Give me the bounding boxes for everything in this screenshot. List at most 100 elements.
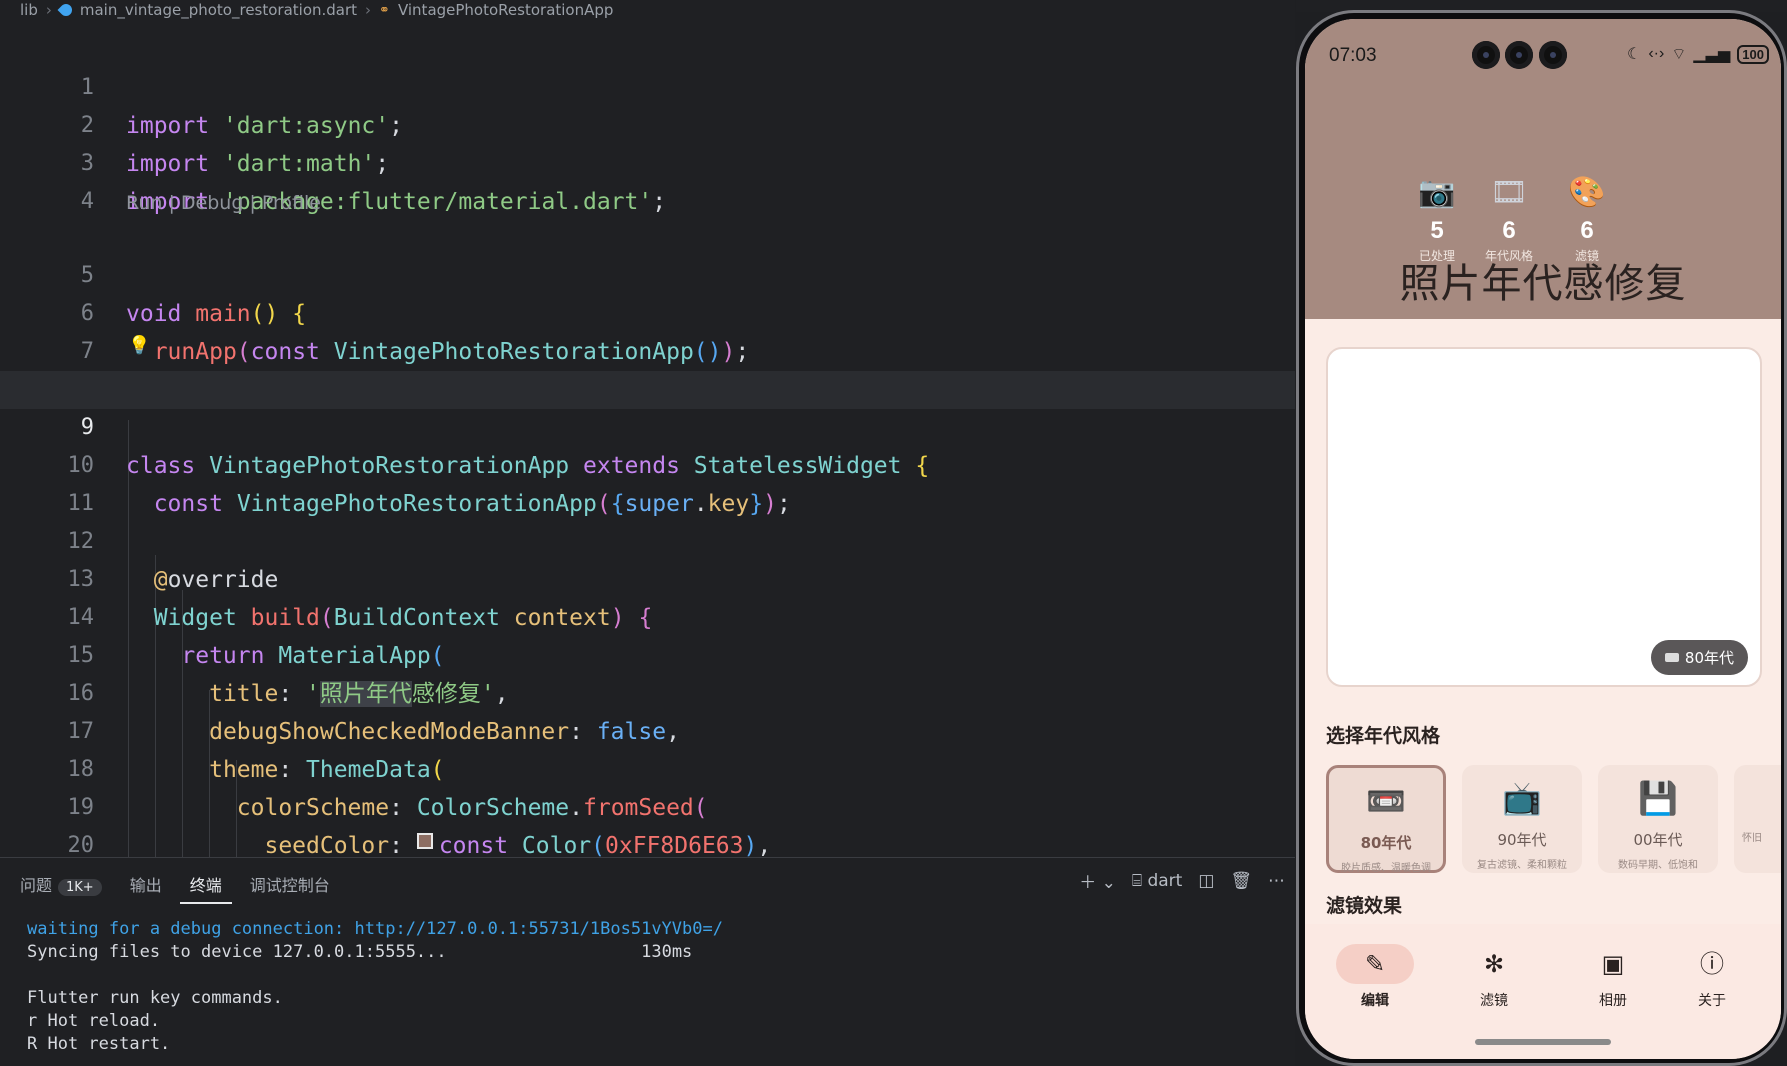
split-terminal-icon[interactable]: ◫: [1198, 871, 1214, 891]
code-line[interactable]: 4: [0, 145, 1295, 214]
code-editor[interactable]: lib › main_vintage_photo_restoration.dar…: [0, 0, 1295, 857]
era-desc: 怀旧: [1742, 833, 1762, 844]
era-name: 00年代: [1633, 831, 1683, 849]
code-line[interactable]: 1 import 'dart:async';: [0, 31, 1295, 139]
terminal-output[interactable]: waiting for a debug connection: http://1…: [27, 918, 723, 1056]
filter-section-title: 滤镜效果: [1326, 895, 1403, 917]
code-line[interactable]: 6 runApp(const VintagePhotoRestorationAp…: [0, 257, 1295, 365]
breadcrumb-symbol[interactable]: VintagePhotoRestorationApp: [398, 1, 613, 19]
panel-tabs: 问题 1K+ 输出 终端 调试控制台: [20, 872, 330, 904]
tab-output[interactable]: 输出: [130, 872, 162, 896]
code-line[interactable]: 16 debugShowCheckedModeBanner: false,: [0, 637, 1295, 745]
era-desc: 复古滤镜、柔和颗粒: [1477, 860, 1567, 871]
terminal-line: Syncing files to device 127.0.0.1:5555..…: [27, 942, 447, 962]
codelens-run-debug-profile[interactable]: Run | Debug | Profile: [126, 192, 321, 214]
code-line[interactable]: 10 const VintagePhotoRestorationApp({sup…: [0, 409, 1295, 517]
code-icon: ‹·›: [1648, 45, 1665, 62]
code-line[interactable]: 8: [0, 333, 1295, 402]
code-line[interactable]: 20 brightness: Brightness.light,: [0, 789, 1295, 857]
film-icon: 🎞: [1489, 175, 1529, 210]
era-card-90s[interactable]: 📺 90年代 复古滤镜、柔和颗粒: [1462, 765, 1582, 873]
status-bar: 07:03 ☾ ‹·› ⌔ ▁▃▅ 100: [1329, 39, 1769, 69]
camera-icon: 📷: [1418, 175, 1456, 210]
code-line[interactable]: 12 @override: [0, 485, 1295, 593]
breadcrumb-folder[interactable]: lib: [20, 1, 38, 19]
app-header: 07:03 ☾ ‹·› ⌔ ▁▃▅ 100 📷 5 已处理 🎞 6 年代风格 🎨…: [1305, 19, 1781, 319]
moon-icon: ☾: [1627, 46, 1642, 63]
breadcrumb: lib › main_vintage_photo_restoration.dar…: [0, 0, 1295, 20]
era-card-more[interactable]: 怀旧: [1734, 765, 1781, 873]
code-line[interactable]: 11: [0, 447, 1295, 516]
code-line[interactable]: 17 theme: ThemeData(: [0, 675, 1295, 783]
code-text: seedColor: const Color(0xFF8D6E63),: [264, 832, 772, 857]
era-chip[interactable]: 80年代: [1650, 640, 1748, 675]
home-indicator[interactable]: [1475, 1039, 1611, 1045]
era-desc: 胶片质感、温暖色调: [1341, 863, 1431, 874]
stat-value: 6: [1502, 217, 1516, 244]
code-line[interactable]: 13 Widget build(BuildContext context) {: [0, 523, 1295, 631]
nav-about[interactable]: ⓘ 关于: [1662, 944, 1762, 1010]
era-card-80s[interactable]: 📼 80年代 胶片质感、温暖色调: [1326, 765, 1446, 874]
nav-edit[interactable]: ✎ 编辑: [1325, 944, 1425, 1010]
line-number: 4: [80, 189, 94, 214]
nav-gallery[interactable]: ▣ 相册: [1563, 944, 1663, 1010]
terminal-timing: 130ms: [641, 942, 693, 962]
terminal-line: waiting for a debug connection: http://1…: [27, 919, 723, 939]
tab-debug-console[interactable]: 调试控制台: [250, 872, 330, 896]
tab-problems[interactable]: 问题 1K+: [20, 872, 102, 896]
phone-emulator: 07:03 ☾ ‹·› ⌔ ▁▃▅ 100 📷 5 已处理 🎞 6 年代风格 🎨…: [1296, 10, 1787, 1066]
panel-toolbar: ＋ ⌄ ⌸ dart ◫ 🗑 ⋯: [1079, 868, 1285, 894]
nav-label: 编辑: [1361, 993, 1389, 1009]
camera-icon: [1539, 41, 1567, 69]
era-chip-label: 80年代: [1684, 649, 1734, 667]
terminal-icon[interactable]: ⌸ dart: [1132, 871, 1182, 891]
nav-label: 关于: [1698, 993, 1726, 1009]
add-terminal-icon[interactable]: ＋ ⌄: [1079, 868, 1116, 893]
chevron-right-icon: ›: [365, 1, 372, 19]
more-icon[interactable]: ⋯: [1268, 871, 1285, 891]
terminal-line: r Hot reload.: [27, 1011, 161, 1031]
tv-icon: 📺: [1502, 779, 1542, 817]
trash-icon[interactable]: 🗑: [1230, 871, 1252, 891]
bottom-panel: 问题 1K+ 输出 终端 调试控制台 ＋ ⌄ ⌸ dart ◫ 🗑 ⋯ waiti…: [0, 857, 1295, 1066]
dart-file-icon: [57, 1, 75, 19]
wifi-icon: ⌔: [1671, 46, 1687, 63]
camera-icon: [1472, 41, 1500, 69]
signal-icon: ▁▃▅: [1693, 46, 1731, 63]
nav-filter[interactable]: ✻ 滤镜: [1444, 944, 1544, 1010]
code-line-current[interactable]: 9 class VintagePhotoRestorationApp exten…: [0, 371, 1295, 479]
code-line[interactable]: 2 import 'dart:math';: [0, 69, 1295, 177]
palette-icon: 🎨: [1568, 175, 1606, 210]
info-icon: ⓘ: [1700, 950, 1724, 978]
code-line[interactable]: 19 seedColor: const Color(0xFF8D6E63),: [0, 751, 1295, 857]
status-icons: ☾ ‹·› ⌔ ▁▃▅ 100: [1627, 44, 1769, 64]
filter-icon: ✻: [1483, 950, 1505, 978]
breadcrumb-file[interactable]: main_vintage_photo_restoration.dart: [80, 1, 357, 19]
status-time: 07:03: [1329, 45, 1377, 66]
era-card-00s[interactable]: 💾 00年代 数码早期、低饱和: [1598, 765, 1718, 873]
code-line[interactable]: 3 import 'package:flutter/material.dart'…: [0, 107, 1295, 215]
code-line[interactable]: 15 title: '照片年代感修复',: [0, 599, 1295, 707]
tab-terminal[interactable]: 终端: [179, 872, 232, 904]
color-swatch-icon[interactable]: [416, 832, 433, 849]
stat-value: 5: [1430, 217, 1444, 244]
code-line[interactable]: 7 }: [0, 295, 1295, 403]
code-line[interactable]: 14 return MaterialApp(: [0, 561, 1295, 669]
terminal-line: Flutter run key commands.: [27, 988, 283, 1008]
phone-screen[interactable]: 07:03 ☾ ‹·› ⌔ ▁▃▅ 100 📷 5 已处理 🎞 6 年代风格 🎨…: [1305, 19, 1781, 1059]
era-name: 90年代: [1497, 831, 1547, 849]
terminal-line: R Hot restart.: [27, 1034, 171, 1054]
floppy-disk-icon: 💾: [1638, 779, 1678, 817]
line-number: 20: [67, 833, 95, 857]
gallery-icon: ▣: [1601, 950, 1625, 978]
era-section-title: 选择年代风格: [1326, 725, 1441, 747]
chevron-right-icon: ›: [45, 1, 52, 19]
stat-value: 6: [1580, 217, 1594, 244]
nav-label: 滤镜: [1480, 993, 1508, 1009]
code-line[interactable]: 5 void main() {: [0, 219, 1295, 327]
code-line[interactable]: 18 colorScheme: ColorScheme.fromSeed(: [0, 713, 1295, 821]
more-era-icon: [1734, 779, 1781, 819]
photo-preview[interactable]: 80年代: [1326, 347, 1762, 687]
vhs-tape-icon: [1664, 653, 1679, 662]
terminal-name[interactable]: dart: [1147, 871, 1182, 891]
